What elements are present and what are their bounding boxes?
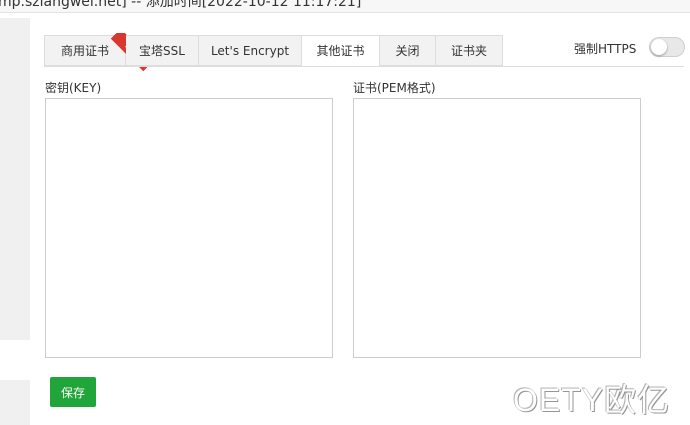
tab-close[interactable]: 关闭	[380, 35, 436, 66]
tab-label: 其他证书	[316, 44, 365, 58]
tab-label: Let's Encrypt	[210, 44, 290, 58]
save-button[interactable]: 保存	[50, 377, 96, 407]
tab-label: 关闭	[395, 44, 420, 58]
certificate-textarea[interactable]	[353, 98, 641, 358]
dialog-header: mp.szlangwei.net] -- 添加时间[2022-10-12 11:…	[0, 0, 690, 13]
watermark-logo: OETY欧亿	[513, 382, 671, 418]
tab-commercial-cert[interactable]: 商用证书 推荐	[44, 33, 147, 72]
certificate-label: 证书(PEM格式)	[353, 81, 436, 95]
tab-other-cert[interactable]: 其他证书	[302, 35, 380, 67]
tab-baota-ssl[interactable]: 宝塔SSL	[126, 35, 199, 66]
key-label: 密钥(KEY)	[45, 81, 102, 95]
left-panel-background	[0, 18, 30, 340]
tab-cert-folder[interactable]: 证书夹	[436, 35, 503, 66]
key-textarea[interactable]	[45, 98, 333, 358]
tab-label: 证书夹	[450, 44, 487, 58]
left-panel-background-bottom	[0, 380, 30, 425]
toggle-knob	[651, 39, 667, 55]
force-https-toggle[interactable]	[649, 37, 685, 57]
ssl-tabs: 商用证书 推荐 宝塔SSL Let's Encrypt 其他证书 关闭 证书夹	[44, 33, 503, 72]
tab-lets-encrypt[interactable]: Let's Encrypt	[199, 35, 302, 66]
tab-label: 宝塔SSL	[139, 44, 185, 58]
tab-label: 商用证书	[60, 44, 109, 58]
tab-divider	[44, 66, 684, 67]
force-https-label: 强制HTTPS	[574, 42, 637, 56]
site-title: mp.szlangwei.net] -- 添加时间[2022-10-12 11:…	[0, 0, 362, 10]
